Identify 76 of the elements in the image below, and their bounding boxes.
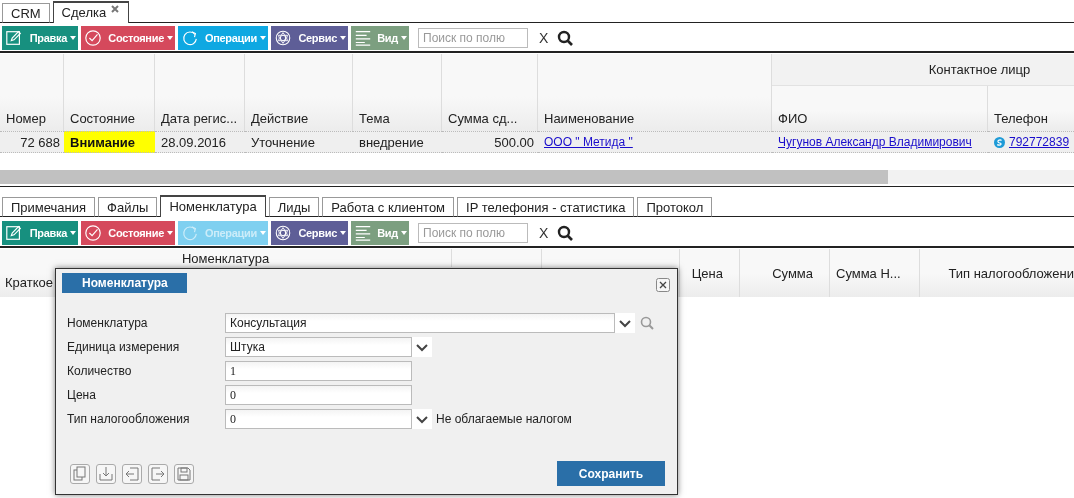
column-header[interactable]: Сумма сд... — [442, 54, 538, 131]
status-cell: Внимание — [64, 131, 155, 153]
tab[interactable]: Протокол — [637, 197, 713, 217]
pencil-icon — [5, 224, 23, 242]
close-icon[interactable] — [110, 4, 121, 14]
input-field[interactable]: 1 — [225, 361, 412, 381]
column-header[interactable]: Наименование — [538, 54, 772, 131]
toolbar-button[interactable]: Состояние — [81, 26, 175, 50]
field-label: Номенклатура — [67, 316, 149, 330]
check-circle-icon — [84, 29, 102, 47]
column-header[interactable]: Сумма — [740, 249, 830, 297]
clear-button[interactable]: X — [539, 30, 549, 46]
table-cell: 72 688 — [0, 131, 64, 153]
field-label: Единица измерения — [67, 340, 181, 354]
floppy-disk-button[interactable] — [174, 463, 194, 484]
close-icon[interactable] — [656, 278, 670, 292]
table-cell: внедрение — [353, 131, 442, 153]
tab[interactable]: Работа с клиентом — [322, 197, 455, 217]
scrollbar-thumb[interactable] — [0, 170, 888, 184]
column-header[interactable]: Номер — [0, 54, 64, 131]
combo-field[interactable]: 0 — [225, 409, 412, 429]
combo-field[interactable]: Штука — [225, 337, 412, 357]
gear-icon — [274, 29, 292, 47]
column-header[interactable]: Тип налогообложени — [920, 249, 1074, 297]
column-header[interactable]: ФИО — [772, 86, 988, 131]
field-label: Цена — [67, 388, 97, 402]
column-group-header: Номенклатура — [0, 249, 452, 267]
table-cell: 28.09.2016 — [155, 131, 245, 153]
copy-button[interactable] — [70, 463, 90, 484]
refresh-icon — [181, 224, 199, 242]
column-header[interactable]: Сумма Н... — [830, 249, 920, 297]
column-group-header: Контактное лицр — [772, 54, 1074, 86]
copy-icon — [72, 465, 88, 482]
save-button[interactable]: Сохранить — [557, 461, 665, 486]
refresh-icon — [181, 29, 199, 47]
tab[interactable]: Номенклатура — [160, 195, 266, 217]
column-header[interactable]: Телефон — [988, 86, 1074, 131]
column-header[interactable]: Краткое — [0, 267, 55, 297]
download-icon — [98, 465, 114, 482]
table-cell: 500.00 — [442, 131, 538, 153]
tab[interactable]: Файлы — [98, 197, 158, 217]
skype-icon — [994, 136, 1005, 148]
dialog-title: Номенклатура — [62, 273, 187, 293]
search-icon[interactable] — [557, 30, 574, 46]
search-field[interactable]: Поиск по полю — [418, 223, 528, 243]
arrow-right-icon — [150, 465, 166, 482]
check-circle-icon — [84, 224, 102, 242]
gear-icon — [274, 224, 292, 242]
column-header[interactable]: Дата регис... — [155, 54, 245, 131]
column-header[interactable]: Тема — [353, 54, 442, 131]
search-icon[interactable] — [557, 225, 574, 241]
column-header[interactable]: Состояние — [64, 54, 155, 131]
toolbar-button[interactable]: Состояние — [81, 221, 175, 245]
pencil-icon — [5, 29, 23, 47]
field-note: Не облагаемые налогом — [436, 412, 572, 426]
tab[interactable]: IP телефония - статистика — [457, 197, 635, 217]
combo-field[interactable]: Консультация — [225, 313, 615, 333]
tab[interactable]: Сделка — [52, 1, 130, 23]
input-field[interactable]: 0 — [225, 385, 412, 405]
field-label: Тип налогообложения — [67, 412, 191, 426]
tab[interactable]: CRM — [2, 3, 50, 23]
lines-icon — [354, 224, 372, 242]
field-label: Количество — [67, 364, 133, 378]
column-header[interactable]: Действие — [245, 54, 353, 131]
search-field[interactable]: Поиск по полю — [418, 28, 528, 48]
toolbar-button[interactable]: Сервис — [271, 26, 348, 50]
toolbar-button[interactable]: Сервис — [271, 221, 348, 245]
toolbar-button[interactable]: Правка — [2, 26, 78, 50]
column-header[interactable]: Цена — [680, 249, 740, 297]
clear-button[interactable]: X — [539, 225, 549, 241]
arrow-left-icon — [124, 465, 140, 482]
tab[interactable]: Лиды — [268, 197, 320, 217]
tab[interactable]: Примечания — [2, 197, 96, 217]
toolbar-button[interactable]: Правка — [2, 221, 78, 245]
lines-icon — [354, 29, 372, 47]
table-cell: Уточнение — [245, 131, 353, 153]
